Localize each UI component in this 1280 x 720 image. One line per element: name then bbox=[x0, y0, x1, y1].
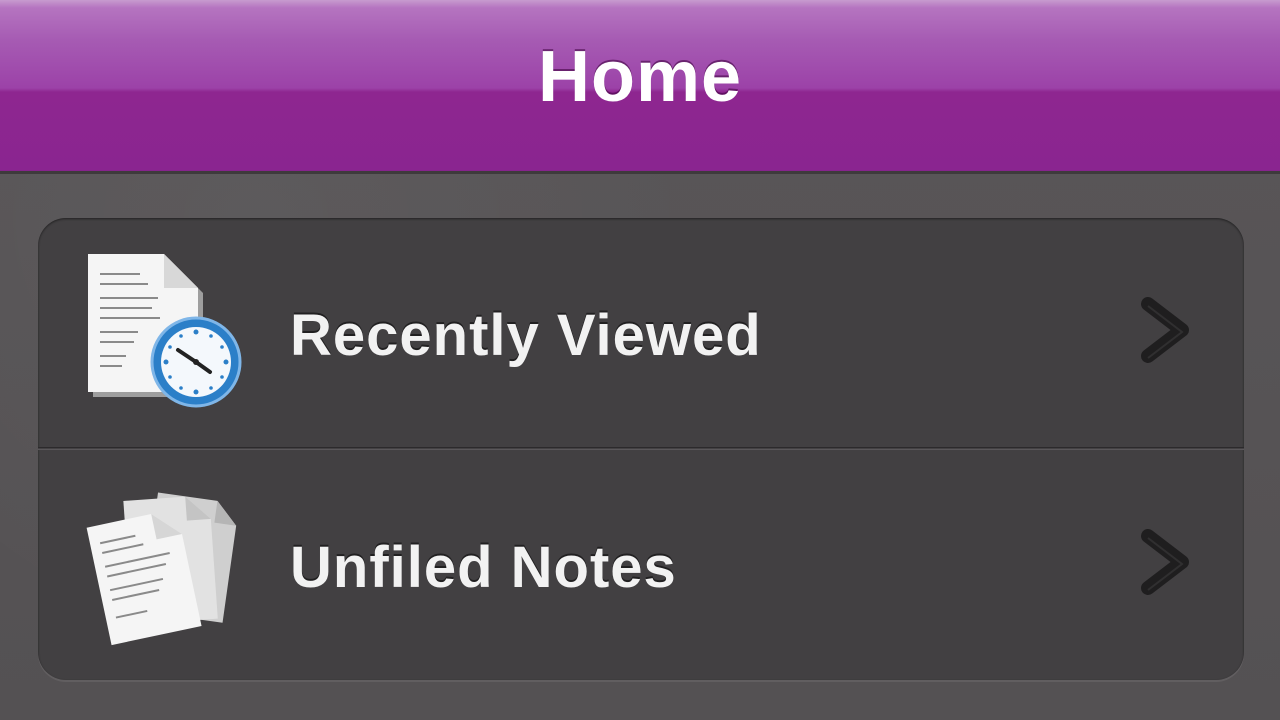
chevron-right-icon bbox=[1141, 297, 1189, 363]
navigation-bar: Home bbox=[0, 0, 1280, 174]
stacked-notes-icon bbox=[86, 492, 237, 646]
recent-document-clock-icon bbox=[88, 254, 242, 408]
page-title: Home bbox=[537, 37, 743, 117]
chevron-right-icon bbox=[1141, 529, 1189, 595]
menu-item-recently-viewed[interactable]: Recently Viewed bbox=[38, 218, 1244, 448]
menu-item-label: Recently Viewed bbox=[290, 303, 762, 368]
menu-group: Recently Viewed Unfiled Notes bbox=[38, 218, 1244, 680]
app-screen: Home Recently Viewed Unfiled Notes bbox=[0, 0, 1280, 720]
menu-item-unfiled-notes[interactable]: Unfiled Notes bbox=[38, 450, 1244, 680]
menu-item-label: Unfiled Notes bbox=[290, 535, 677, 600]
